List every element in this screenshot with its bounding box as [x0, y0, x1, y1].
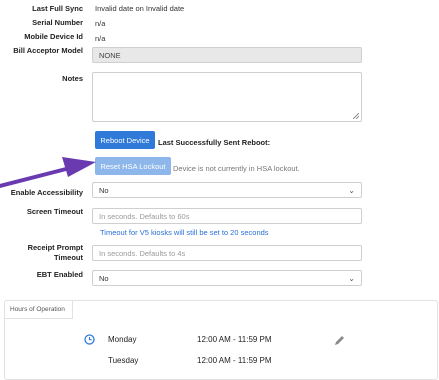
receipt-prompt-timeout-label: Receipt Prompt Timeout: [3, 243, 83, 263]
enable-accessibility-select[interactable]: No ⌄: [92, 182, 362, 198]
enable-accessibility-label: Enable Accessibility: [10, 188, 83, 197]
day-name-tuesday: Tuesday: [108, 356, 139, 365]
clock-icon: [84, 334, 95, 345]
receipt-prompt-timeout-input[interactable]: In seconds. Defaults to 4s: [92, 245, 362, 261]
last-full-sync-label: Last Full Sync: [32, 4, 83, 13]
notes-label: Notes: [62, 74, 83, 83]
bill-acceptor-model-field: NONE: [92, 47, 362, 63]
mobile-device-id-value: n/a: [95, 34, 106, 43]
hsa-status-text: Device is not currently in HSA lockout.: [173, 164, 300, 173]
last-full-sync-value: Invalid date on Invalid date: [95, 4, 185, 13]
screen-timeout-placeholder: In seconds. Defaults to 60s: [99, 211, 190, 221]
screen-timeout-label: Screen Timeout: [26, 207, 83, 216]
serial-number-value: n/a: [95, 19, 106, 28]
receipt-prompt-label-line1: Receipt Prompt: [27, 243, 83, 252]
receipt-prompt-timeout-placeholder: In seconds. Defaults to 4s: [99, 248, 186, 258]
notes-textarea[interactable]: [92, 72, 362, 122]
serial-number-label: Serial Number: [32, 18, 83, 27]
screen-timeout-input[interactable]: In seconds. Defaults to 60s: [92, 208, 362, 224]
screen-timeout-hint: Timeout for V5 kiosks will still be set …: [100, 228, 269, 237]
hours-of-operation-tab[interactable]: Hours of Operation: [5, 301, 73, 319]
resize-handle-icon[interactable]: [353, 113, 359, 119]
reboot-device-button[interactable]: Reboot Device: [95, 131, 155, 149]
day-hours-monday: 12:00 AM - 11:59 PM: [197, 335, 272, 344]
pencil-icon[interactable]: [334, 335, 345, 346]
mobile-device-id-label: Mobile Device Id: [24, 32, 83, 41]
reset-hsa-lockout-button[interactable]: Reset HSA Lockout: [95, 157, 171, 175]
day-hours-tuesday: 12:00 AM - 11:59 PM: [197, 356, 272, 365]
receipt-prompt-label-line2: Timeout: [53, 253, 83, 262]
chevron-down-icon: ⌄: [348, 185, 355, 195]
ebt-enabled-label: EBT Enabled: [36, 270, 83, 279]
ebt-enabled-value: No: [99, 273, 109, 283]
reboot-status-text: Last Successfully Sent Reboot:: [158, 138, 271, 147]
ebt-enabled-select[interactable]: No ⌄: [92, 270, 362, 286]
bill-acceptor-model-value: NONE: [99, 50, 121, 60]
bill-acceptor-model-label: Bill Acceptor Model: [13, 46, 83, 55]
day-name-monday: Monday: [108, 335, 137, 344]
hours-of-operation-card: Hours of Operation Monday 12:00 AM - 11:…: [4, 300, 438, 380]
chevron-down-icon: ⌄: [348, 273, 355, 283]
enable-accessibility-value: No: [99, 185, 109, 195]
